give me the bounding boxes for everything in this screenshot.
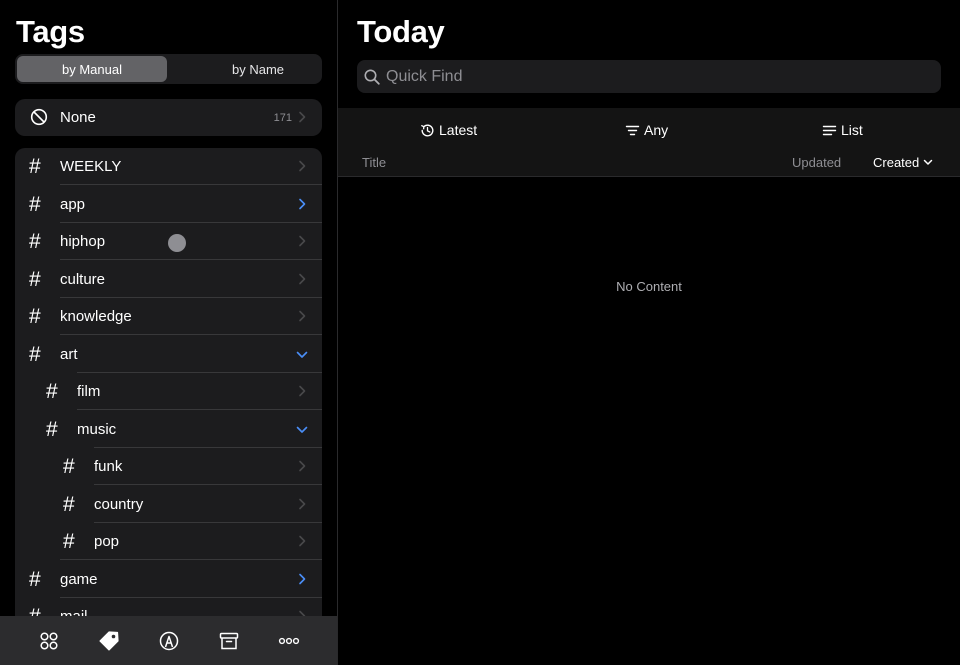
tag-item-country[interactable]: # country bbox=[15, 486, 322, 523]
hashtag-icon: # bbox=[29, 155, 41, 178]
page-title: Today bbox=[357, 14, 445, 49]
hashtag-icon: # bbox=[29, 305, 41, 328]
sort-by-manual-button[interactable]: by Manual bbox=[17, 56, 167, 82]
chevron-right-icon[interactable] bbox=[298, 198, 306, 210]
list-view-button[interactable]: List bbox=[822, 120, 863, 140]
any-label: Any bbox=[644, 122, 669, 138]
chevron-right-icon[interactable] bbox=[298, 273, 306, 285]
chevron-right-icon[interactable] bbox=[298, 385, 306, 397]
history-icon bbox=[421, 124, 434, 136]
hashtag-icon: # bbox=[29, 230, 41, 253]
none-label: None bbox=[60, 109, 96, 126]
tag-label: country bbox=[94, 495, 144, 513]
any-filter-button[interactable]: Any bbox=[625, 120, 668, 140]
tag-label: hiphop bbox=[60, 233, 106, 250]
created-label: Created bbox=[873, 155, 920, 170]
chevron-down-icon bbox=[924, 159, 933, 165]
sidebar-divider bbox=[337, 0, 338, 665]
chevron-right-icon[interactable] bbox=[298, 310, 306, 322]
more-icon[interactable] bbox=[278, 630, 300, 652]
hashtag-icon: # bbox=[63, 492, 75, 516]
latest-filter-button[interactable]: Latest bbox=[420, 120, 477, 140]
filter-icon bbox=[625, 125, 640, 135]
tag-label: music bbox=[77, 420, 117, 438]
prohibited-icon bbox=[30, 108, 48, 126]
tags-sidebar: Tags by Manual by Name None 171 # WEEKLY #… bbox=[0, 0, 337, 665]
hashtag-icon: # bbox=[63, 455, 75, 478]
chevron-right-icon bbox=[299, 111, 306, 123]
tag-item-app[interactable]: # app bbox=[15, 186, 322, 223]
hashtag-icon: # bbox=[46, 417, 58, 441]
tag-item-film[interactable]: # film bbox=[15, 373, 322, 410]
tag-label: culture bbox=[60, 270, 106, 288]
tag-label: game bbox=[60, 570, 98, 588]
hashtag-icon: # bbox=[46, 380, 58, 403]
tag-item-music[interactable]: # music bbox=[15, 411, 322, 448]
search-bar bbox=[357, 60, 941, 93]
tag-list: # WEEKLY # app # hiphop # culture # knowledge # art… bbox=[15, 148, 322, 665]
chevron-right-icon[interactable] bbox=[298, 498, 306, 510]
sidebar-title: Tags bbox=[16, 14, 85, 49]
tag-label: film bbox=[77, 383, 101, 400]
hashtag-icon: # bbox=[29, 267, 41, 291]
tag-item-knowledge[interactable]: # knowledge bbox=[15, 298, 322, 335]
empty-state-message: No Content bbox=[616, 279, 682, 294]
hashtag-icon: # bbox=[29, 567, 41, 591]
tag-label: WEEKLY bbox=[60, 158, 122, 175]
hashtag-icon: # bbox=[63, 530, 75, 553]
tag-icon[interactable] bbox=[98, 630, 120, 652]
chevron-down-icon[interactable] bbox=[296, 351, 308, 359]
search-icon bbox=[364, 69, 380, 85]
tag-label: app bbox=[60, 195, 86, 213]
person-circle-icon[interactable] bbox=[158, 630, 180, 652]
filter-bar: Latest Any List Title Updated Created bbox=[338, 108, 960, 176]
title-column-header[interactable]: Title bbox=[362, 155, 386, 170]
hashtag-icon: # bbox=[29, 342, 41, 366]
grid-icon[interactable] bbox=[38, 630, 60, 652]
header-divider bbox=[338, 176, 960, 177]
chevron-right-icon[interactable] bbox=[298, 235, 306, 247]
none-tag-item[interactable]: None 171 bbox=[15, 99, 322, 136]
drag-indicator[interactable] bbox=[168, 234, 186, 252]
tag-item-art[interactable]: # art bbox=[15, 336, 322, 373]
chevron-down-icon[interactable] bbox=[296, 426, 308, 434]
tag-item-culture[interactable]: # culture bbox=[15, 261, 322, 298]
chevron-right-icon[interactable] bbox=[298, 573, 306, 585]
tag-label: pop bbox=[94, 533, 120, 550]
tag-label: art bbox=[60, 345, 78, 363]
chevron-right-icon[interactable] bbox=[298, 160, 306, 172]
sort-by-name-button[interactable]: by Name bbox=[183, 56, 333, 82]
latest-label: Latest bbox=[439, 122, 478, 138]
tag-label: funk bbox=[94, 458, 123, 475]
created-column-header[interactable]: Created bbox=[873, 155, 933, 170]
none-count: 171 bbox=[273, 111, 292, 124]
archive-icon[interactable] bbox=[218, 630, 240, 652]
sort-segmented-control: by Manual by Name bbox=[15, 54, 322, 84]
bottom-toolbar bbox=[0, 616, 337, 665]
updated-column-header[interactable]: Updated bbox=[792, 155, 841, 170]
search-input[interactable] bbox=[386, 60, 926, 93]
list-icon bbox=[822, 125, 837, 135]
tag-item-weekly[interactable]: # WEEKLY bbox=[15, 148, 322, 185]
tag-item-pop[interactable]: # pop bbox=[15, 523, 322, 560]
hashtag-icon: # bbox=[29, 192, 41, 216]
tag-item-funk[interactable]: # funk bbox=[15, 448, 322, 485]
tag-label: knowledge bbox=[60, 308, 132, 325]
chevron-right-icon[interactable] bbox=[298, 460, 306, 472]
chevron-right-icon[interactable] bbox=[298, 535, 306, 547]
list-label: List bbox=[841, 122, 863, 138]
tag-item-game[interactable]: # game bbox=[15, 561, 322, 598]
